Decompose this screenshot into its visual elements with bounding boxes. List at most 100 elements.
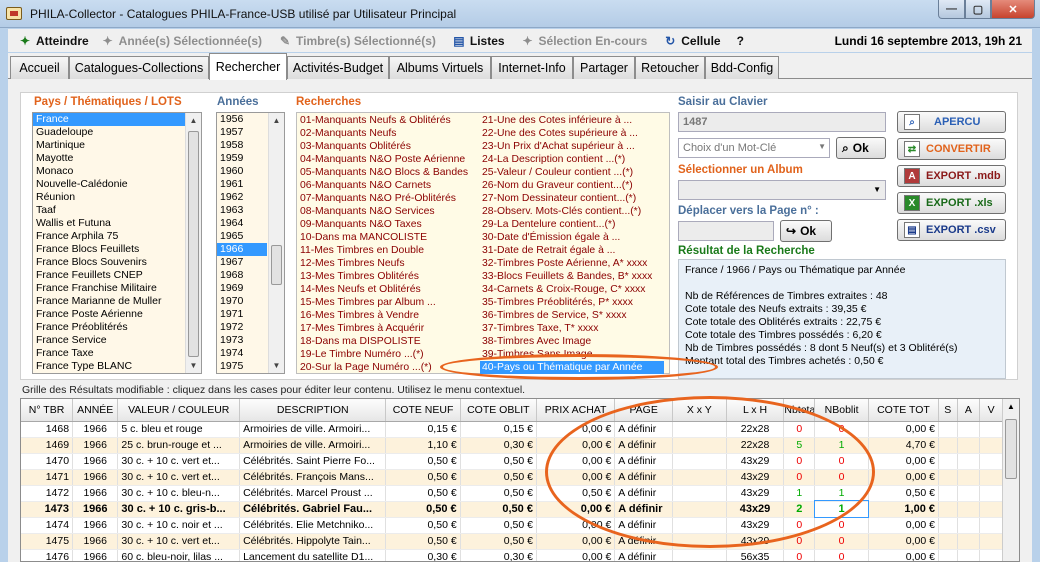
table-cell[interactable]: 0,00 € bbox=[868, 469, 940, 486]
table-cell[interactable]: 1966 bbox=[72, 501, 119, 518]
table-cell[interactable]: A définir bbox=[614, 421, 674, 438]
table-cell[interactable]: 22x28 bbox=[726, 437, 785, 454]
annee-item[interactable]: 1973 bbox=[217, 334, 267, 347]
annee-item[interactable]: 1961 bbox=[217, 178, 267, 191]
column-header[interactable]: PAGE bbox=[614, 399, 674, 422]
pays-item[interactable]: Réunion bbox=[33, 191, 185, 204]
tab-bdd-config[interactable]: Bdd-Config bbox=[705, 56, 779, 79]
table-cell[interactable] bbox=[957, 485, 981, 502]
table-cell[interactable]: 1966 bbox=[72, 437, 119, 454]
table-cell[interactable]: Célébrités. Gabriel Fau... bbox=[239, 501, 387, 518]
pays-item[interactable]: France Blocs Souvenirs bbox=[33, 256, 185, 269]
table-cell[interactable] bbox=[938, 453, 958, 470]
table-cell[interactable]: A définir bbox=[614, 533, 674, 550]
scroll-thumb[interactable] bbox=[188, 131, 199, 357]
table-cell[interactable] bbox=[938, 485, 958, 502]
motcle-ok-button[interactable]: ⌕ Ok bbox=[836, 137, 886, 159]
recherche-item[interactable]: 15-Mes Timbres par Album ... bbox=[298, 296, 478, 309]
pays-item[interactable]: France Franchise Militaire bbox=[33, 282, 185, 295]
recherche-item[interactable]: 31-Date de Retrait égale à ... bbox=[480, 244, 664, 257]
annee-item[interactable]: 1975 bbox=[217, 360, 267, 373]
recherche-item[interactable]: 10-Dans ma MANCOLISTE bbox=[298, 231, 478, 244]
column-header[interactable]: COTE NEUF bbox=[385, 399, 461, 422]
pays-scrollbar[interactable]: ▲ ▼ bbox=[185, 113, 201, 373]
table-cell[interactable] bbox=[979, 549, 1003, 561]
album-select[interactable]: ▼ bbox=[678, 180, 886, 200]
annee-item[interactable]: 1962 bbox=[217, 191, 267, 204]
table-cell[interactable] bbox=[957, 549, 981, 561]
table-cell[interactable]: 0,00 € bbox=[536, 533, 616, 550]
column-header[interactable]: NBoblit bbox=[814, 399, 869, 422]
table-cell[interactable] bbox=[672, 517, 727, 534]
recherche-item[interactable]: 38-Timbres Avec Image bbox=[480, 335, 664, 348]
pays-item[interactable]: France Feuillets CNEP bbox=[33, 269, 185, 282]
table-cell[interactable]: 0,15 € bbox=[385, 421, 461, 438]
column-header[interactable]: A bbox=[957, 399, 981, 422]
maximize-button[interactable]: ▢ bbox=[965, 0, 991, 19]
pays-item[interactable]: France Service bbox=[33, 334, 185, 347]
annee-item[interactable]: 1958 bbox=[217, 139, 267, 152]
table-cell[interactable]: 43x29 bbox=[726, 469, 785, 486]
table-cell[interactable]: 56x35 bbox=[726, 549, 785, 561]
recherche-item[interactable]: 17-Mes Timbres à Acquérir bbox=[298, 322, 478, 335]
pays-item[interactable]: France Taxe bbox=[33, 347, 185, 360]
table-cell[interactable]: 0,30 € bbox=[460, 549, 537, 561]
scroll-thumb[interactable] bbox=[271, 245, 282, 285]
motcle-select[interactable]: Choix d'un Mot-Clé ▼ bbox=[678, 138, 830, 158]
annee-item[interactable]: 1967 bbox=[217, 256, 267, 269]
annee-item[interactable]: 1956 bbox=[217, 113, 267, 126]
recherche-item[interactable]: 19-Le Timbre Numéro ...(*) bbox=[298, 348, 478, 361]
table-cell[interactable]: 5 bbox=[783, 437, 816, 454]
recherche-item[interactable]: 22-Une des Cotes supérieure à ... bbox=[480, 127, 664, 140]
table-cell[interactable]: 0 bbox=[783, 469, 816, 486]
table-cell[interactable]: 1472 bbox=[21, 485, 74, 502]
menu-timbres-selectionnes[interactable]: ✎ Timbre(s) Sélectionné(s) bbox=[278, 34, 436, 48]
table-cell[interactable]: 1475 bbox=[21, 533, 74, 550]
table-cell[interactable]: 1 bbox=[814, 485, 869, 502]
tab-retoucher[interactable]: Retoucher bbox=[635, 56, 705, 79]
annee-item[interactable]: 1960 bbox=[217, 165, 267, 178]
table-cell[interactable]: 1473 bbox=[21, 501, 74, 518]
pays-listbox[interactable]: France Guadeloupe Martinique Mayotte Monaco N… bbox=[32, 112, 202, 374]
menu-selection-en-cours[interactable]: ✦ Sélection En-cours bbox=[521, 34, 648, 48]
table-cell[interactable] bbox=[938, 421, 958, 438]
recherche-item[interactable]: 28-Observ. Mots-Clés contient...(*) bbox=[480, 205, 664, 218]
tab-catalogues-collections[interactable]: Catalogues-Collections bbox=[69, 56, 209, 79]
recherche-item[interactable]: 01-Manquants Neufs & Oblitérés bbox=[298, 114, 478, 127]
table-cell[interactable]: A définir bbox=[614, 501, 674, 518]
recherche-item[interactable]: 03-Manquants Oblitérés bbox=[298, 140, 478, 153]
table-cell[interactable]: 0,00 € bbox=[536, 501, 616, 518]
pays-item[interactable]: Nouvelle-Calédonie bbox=[33, 178, 185, 191]
table-cell[interactable]: Célébrités. Hippolyte Tain... bbox=[239, 533, 387, 550]
table-cell[interactable] bbox=[979, 453, 1003, 470]
scroll-up-icon[interactable]: ▲ bbox=[269, 113, 284, 128]
table-cell[interactable]: 0,50 € bbox=[385, 453, 461, 470]
table-cell[interactable] bbox=[957, 517, 981, 534]
table-cell[interactable]: 0 bbox=[814, 469, 869, 486]
column-header[interactable]: N° TBR bbox=[21, 399, 74, 422]
results-grid[interactable]: N° TBR ANNÉE VALEUR / COULEUR DESCRIPTION CO… bbox=[20, 398, 1020, 562]
pays-item[interactable]: France bbox=[33, 113, 185, 126]
table-cell[interactable]: 0,50 € bbox=[460, 517, 537, 534]
table-cell[interactable] bbox=[938, 533, 958, 550]
table-cell[interactable]: 30 c. + 10 c. noir et ... bbox=[117, 517, 241, 534]
menu-atteindre[interactable]: ✦ Atteindre bbox=[18, 34, 89, 48]
table-cell[interactable] bbox=[979, 437, 1003, 454]
table-cell[interactable] bbox=[938, 437, 958, 454]
column-header[interactable]: DESCRIPTION bbox=[239, 399, 387, 422]
recherche-item[interactable]: 16-Mes Timbres à Vendre bbox=[298, 309, 478, 322]
recherche-item[interactable]: 11-Mes Timbres en Double bbox=[298, 244, 478, 257]
recherche-item[interactable]: 26-Nom du Graveur contient...(*) bbox=[480, 179, 664, 192]
table-cell[interactable]: A définir bbox=[614, 485, 674, 502]
recherche-item[interactable]: 06-Manquants N&O Carnets bbox=[298, 179, 478, 192]
table-cell[interactable]: 1966 bbox=[72, 469, 119, 486]
recherche-item[interactable]: 05-Manquants N&O Blocs & Bandes bbox=[298, 166, 478, 179]
table-cell[interactable]: 0 bbox=[814, 421, 869, 438]
table-cell[interactable] bbox=[672, 437, 727, 454]
page-input[interactable] bbox=[678, 221, 774, 241]
recherche-item[interactable]: 32-Timbres Poste Aérienne, A* xxxx bbox=[480, 257, 664, 270]
recherche-item[interactable]: 21-Une des Cotes inférieure à ... bbox=[480, 114, 664, 127]
table-row[interactable]: 1470 1966 30 c. + 10 c. vert et... Célébrit… bbox=[21, 453, 1003, 470]
table-cell[interactable]: 0,50 € bbox=[460, 533, 537, 550]
recherche-item[interactable]: 29-La Dentelure contient...(*) bbox=[480, 218, 664, 231]
